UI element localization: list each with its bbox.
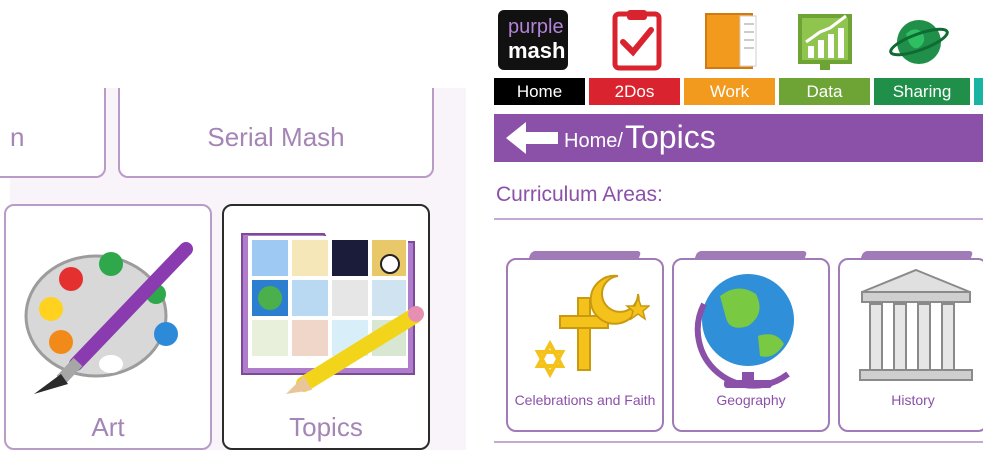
topics-label: Topics <box>289 412 363 442</box>
breadcrumb-home[interactable]: Home/ <box>564 130 623 153</box>
section-title: Curriculum Areas: <box>496 183 663 206</box>
serial-mash-tile[interactable]: Serial Mash <box>118 88 434 178</box>
tab-data-label: Data <box>806 82 843 101</box>
partial-tile-label: n <box>10 122 25 152</box>
back-arrow-icon[interactable] <box>502 118 562 158</box>
data-chart-icon[interactable] <box>794 8 856 72</box>
tab-data[interactable]: Data <box>779 78 870 105</box>
section-divider <box>494 218 983 220</box>
topic-card-celebrations[interactable]: Celebrations and Faith <box>506 251 664 432</box>
topic-label-history: History <box>891 392 935 408</box>
tab-work-label: Work <box>709 82 750 101</box>
sharing-globe-icon[interactable] <box>888 8 950 72</box>
topic-label-celebrations: Celebrations and Faith <box>514 392 656 408</box>
logo-line1: purple <box>508 16 564 38</box>
work-folder-icon[interactable] <box>700 8 762 72</box>
partial-tile[interactable]: n <box>0 88 106 178</box>
topic-card-geography[interactable]: Geography <box>672 251 830 432</box>
bottom-divider <box>494 441 983 443</box>
todo-clipboard-icon[interactable] <box>605 8 667 72</box>
tab-sharing-label: Sharing <box>892 82 952 101</box>
topics-folder-icon <box>241 233 424 394</box>
card-tab <box>528 251 642 259</box>
faith-symbols-icon <box>534 274 650 379</box>
topic-label-geography: Geography <box>716 392 786 408</box>
card-tab <box>860 251 974 259</box>
tab-sharing[interactable]: Sharing <box>874 78 970 105</box>
tab-home-label: Home <box>516 82 563 101</box>
art-tile[interactable]: Art <box>4 204 212 450</box>
tab-home[interactable]: Home <box>494 78 585 105</box>
tab-2dos[interactable]: 2Dos <box>589 78 680 105</box>
tab-overflow[interactable] <box>974 78 983 105</box>
logo-line2: mash <box>508 38 566 63</box>
temple-icon <box>859 268 973 381</box>
left-panel: n Serial Mash Art Topics <box>0 0 470 450</box>
purple-mash-logo[interactable]: purple mash <box>498 10 568 70</box>
globe-icon <box>694 274 794 389</box>
breadcrumb: Home/ Topics <box>494 114 983 162</box>
right-panel: purple mash Home 2Dos Work Data Sharing … <box>494 0 983 450</box>
art-palette-icon <box>24 242 193 394</box>
tab-2dos-label: 2Dos <box>614 82 655 101</box>
tab-work[interactable]: Work <box>684 78 775 105</box>
topic-card-history[interactable]: History <box>838 251 983 432</box>
serial-mash-label: Serial Mash <box>207 122 345 152</box>
page-title: Topics <box>625 119 716 155</box>
art-label: Art <box>91 412 125 442</box>
topics-tile[interactable]: Topics <box>222 204 430 450</box>
card-tab <box>694 251 808 259</box>
